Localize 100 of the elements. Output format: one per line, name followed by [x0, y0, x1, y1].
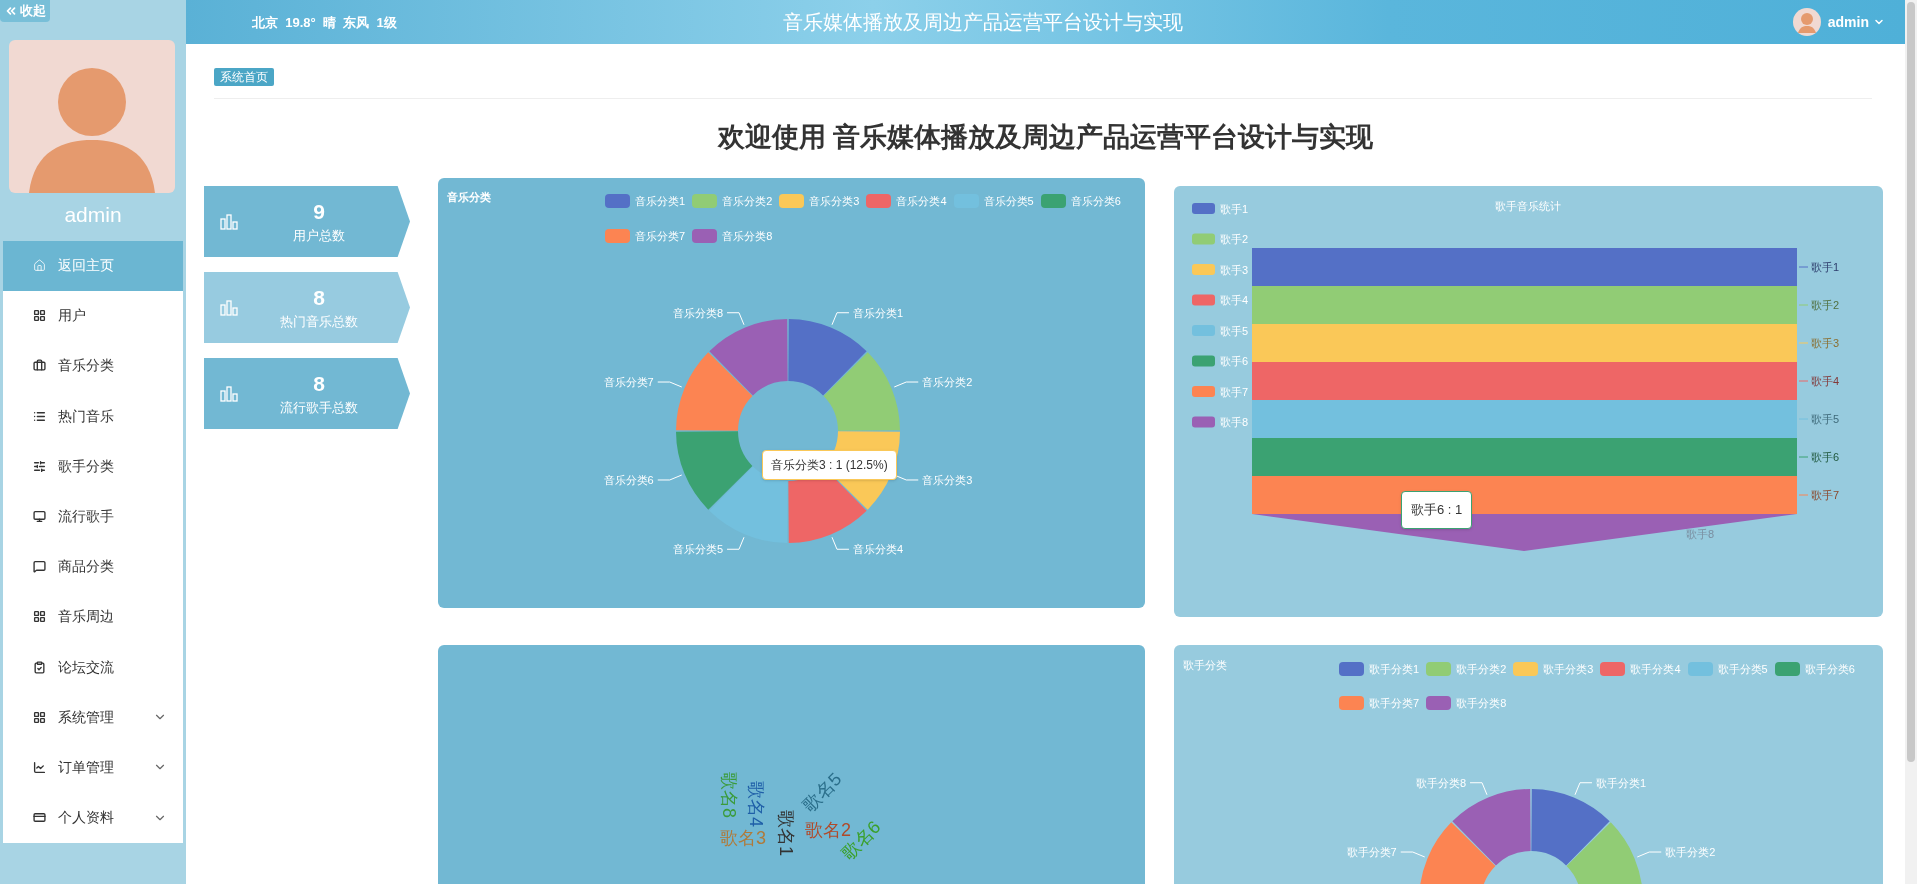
legend-label[interactable]: 歌手3 — [1220, 263, 1249, 276]
menu-icon — [33, 660, 46, 674]
user-name: admin — [63, 202, 123, 228]
slice-label: 音乐分类7 — [603, 376, 654, 388]
slice-label: 音乐分类5 — [672, 543, 723, 556]
legend-label[interactable]: 歌手7 — [1220, 385, 1249, 398]
slice-label: 音乐分类2 — [922, 376, 973, 388]
double-chevron-icon — [4, 4, 18, 18]
legend-label[interactable]: 歌手1 — [1220, 202, 1249, 215]
legend-label[interactable]: 音乐分类1 — [635, 194, 686, 208]
menu-icon — [33, 309, 46, 323]
legend-label[interactable]: 歌手分类5 — [1717, 661, 1768, 676]
legend-label[interactable]: 音乐分类2 — [722, 194, 773, 208]
menu-item[interactable]: 热门音乐 — [3, 391, 183, 442]
menu-item[interactable]: 音乐周边 — [3, 591, 183, 642]
menu-icon — [33, 359, 46, 373]
weather-text: 北京 19.8° 晴 东风 1级 — [252, 15, 397, 30]
bar-chart-icon — [220, 299, 238, 316]
chart-title: 音乐分类 — [447, 190, 491, 205]
leader-line — [726, 536, 745, 550]
menu-icon — [33, 710, 46, 724]
legend-label[interactable]: 歌手分类2 — [1456, 661, 1507, 676]
welcome-title: 欢迎使用 音乐媒体播放及周边产品运营平台设计与实现 — [716, 121, 1375, 154]
menu-item[interactable]: 商品分类 — [3, 541, 183, 592]
legend-label[interactable]: 歌手2 — [1220, 233, 1249, 245]
app-title: 音乐媒体播放及周边产品运营平台设计与实现 — [783, 10, 1183, 35]
legend-label[interactable]: 音乐分类8 — [722, 229, 773, 243]
stat-value: 9 — [313, 198, 325, 225]
legend-label[interactable]: 歌手8 — [1220, 416, 1249, 428]
band-label: 歌手6 — [1811, 451, 1840, 463]
menu-item[interactable]: 论坛交流 — [3, 642, 183, 693]
menu-icon — [33, 610, 46, 624]
menu-item[interactable]: 个人资料 — [3, 792, 183, 843]
leader-line — [1798, 266, 1809, 268]
stat-label: 用户总数 — [293, 226, 345, 245]
leader-line — [1400, 851, 1426, 858]
leader-line — [657, 474, 683, 481]
legend-label[interactable]: 歌手分类8 — [1456, 696, 1507, 711]
stat-label: 流行歌手总数 — [280, 398, 358, 417]
slice-label: 歌手分类2 — [1665, 846, 1716, 858]
slice-label: 音乐分类8 — [672, 306, 723, 319]
breadcrumb-tag[interactable]: 系统首页 — [214, 68, 274, 86]
collapse-button[interactable]: 收起 — [0, 0, 50, 22]
leader-line — [1798, 380, 1809, 382]
leader-line — [1574, 782, 1593, 796]
menu-item[interactable]: 流行歌手 — [3, 491, 183, 542]
leader-line — [893, 381, 919, 388]
band-label: 歌手2 — [1811, 299, 1840, 311]
legend-label[interactable]: 歌手6 — [1220, 355, 1249, 367]
menu-icon — [33, 409, 46, 423]
scrollbar-thumb[interactable] — [1907, 2, 1915, 762]
user-menu-button[interactable]: admin — [1827, 11, 1885, 33]
legend-label[interactable]: 歌手4 — [1220, 294, 1249, 306]
scrollbar[interactable] — [1905, 0, 1917, 884]
legend-label[interactable]: 音乐分类3 — [809, 194, 860, 208]
chart-tooltip: 歌手6 : 1 — [1401, 491, 1473, 529]
leader-line — [831, 312, 850, 326]
menu-item[interactable]: 歌手分类 — [3, 441, 183, 492]
menu-item[interactable]: 用户 — [3, 290, 183, 341]
stat-label: 热门音乐总数 — [280, 312, 358, 331]
menu-item[interactable]: 系统管理 — [3, 692, 183, 743]
legend-label[interactable]: 音乐分类5 — [983, 194, 1034, 208]
word-cloud-word: 歌名8 — [719, 772, 740, 818]
slice-label: 歌手分类1 — [1596, 776, 1647, 789]
legend-label[interactable]: 歌手分类7 — [1369, 696, 1420, 711]
menu-item[interactable]: 订单管理 — [3, 742, 183, 793]
slice-label: 音乐分类3 — [922, 474, 973, 486]
bar-chart-icon — [220, 385, 238, 402]
word-cloud-word: 歌名4 — [746, 781, 767, 827]
leader-line — [1798, 342, 1809, 344]
bar-chart-icon — [220, 213, 238, 230]
leader-line — [831, 536, 850, 550]
chart-title: 歌手音乐统计 — [1495, 200, 1561, 212]
menu-icon — [33, 510, 46, 524]
legend-label[interactable]: 歌手分类6 — [1804, 661, 1855, 676]
slice-label: 音乐分类6 — [603, 474, 654, 486]
legend-label[interactable]: 音乐分类6 — [1070, 194, 1121, 208]
menu-item[interactable]: 返回主页 — [3, 240, 183, 291]
stat-value: 8 — [313, 284, 325, 311]
legend-label[interactable]: 歌手分类1 — [1369, 661, 1420, 676]
avatar — [1792, 8, 1821, 36]
legend-label[interactable]: 歌手分类4 — [1630, 661, 1681, 676]
menu-icon — [33, 811, 46, 825]
band-label: 歌手5 — [1811, 413, 1840, 425]
leader-line — [726, 312, 745, 326]
legend-label[interactable]: 歌手5 — [1220, 324, 1249, 337]
legend-label[interactable]: 音乐分类4 — [896, 194, 947, 208]
chart-title: 歌手分类 — [1183, 658, 1227, 673]
slice-label: 歌手分类7 — [1346, 846, 1397, 858]
leader-line — [1798, 304, 1809, 306]
menu-icon — [33, 560, 46, 574]
word-cloud-word: 歌名2 — [805, 819, 851, 840]
leader-line — [657, 381, 683, 388]
leader-line — [1469, 782, 1488, 796]
slice-label: 音乐分类1 — [853, 306, 904, 319]
legend-label[interactable]: 音乐分类7 — [635, 229, 686, 243]
legend-label[interactable]: 歌手分类3 — [1543, 661, 1594, 676]
menu-icon — [33, 459, 46, 473]
band-label: 歌手1 — [1811, 261, 1840, 273]
menu-item[interactable]: 音乐分类 — [3, 340, 183, 392]
